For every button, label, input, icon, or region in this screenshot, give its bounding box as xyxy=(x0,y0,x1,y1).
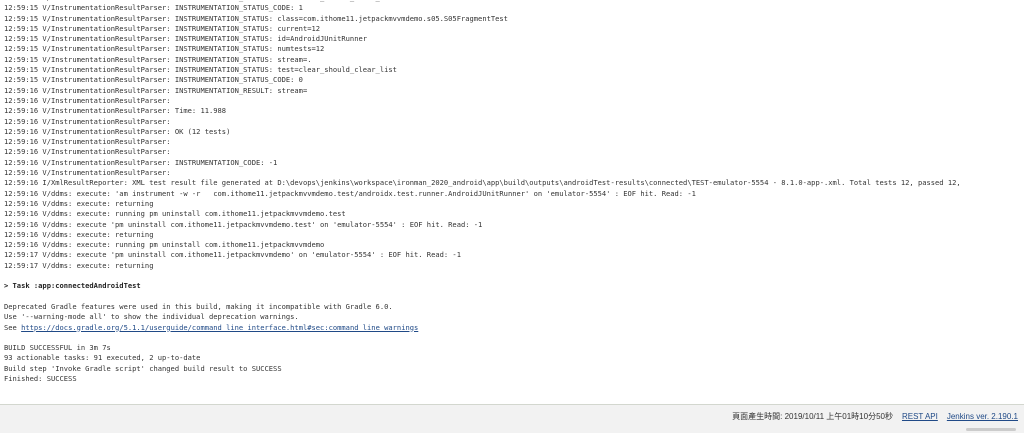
log-line: Build step 'Invoke Gradle script' change… xyxy=(4,363,282,373)
see-docs-line: See https://docs.gradle.org/5.1.1/usergu… xyxy=(4,323,1024,333)
log-line: 12:59:15 V/InstrumentationResultParser: … xyxy=(4,13,508,23)
log-line: 12:59:16 V/InstrumentationResultParser: … xyxy=(4,126,231,136)
deprecation-line: Deprecated Gradle features were used in … xyxy=(4,301,393,311)
log-line: 12:59:15 V/InstrumentationResultParser: … xyxy=(4,75,303,85)
log-line: BUILD SUCCESSFUL in 3m 7s xyxy=(4,343,111,353)
log-lines-bottom: BUILD SUCCESSFUL in 3m 7s 93 actionable t… xyxy=(4,343,1024,384)
log-line: 12:59:15 V/InstrumentationResultParser: … xyxy=(4,44,325,54)
page-footer: 頁面產生時間: 2019/10/11 上午01時10分50秒 REST API … xyxy=(0,404,1024,433)
log-line: 12:59:16 V/InstrumentationResultParser: xyxy=(4,147,171,157)
log-line: 12:59:16 V/ddms: execute: 'am instrument… xyxy=(4,188,696,198)
log-line: 12:59:16 V/ddms: execute 'pm uninstall c… xyxy=(4,219,483,229)
horizontal-scrollbar[interactable] xyxy=(966,428,1016,431)
console-output: 12:59:15 V/InstrumentationResultParser: … xyxy=(0,0,1024,384)
log-line: 12:59:15 V/InstrumentationResultParser: … xyxy=(4,23,321,33)
log-line: 12:59:15 V/InstrumentationResultParser: … xyxy=(4,65,397,75)
log-line: 12:59:15 V/InstrumentationResultParser: … xyxy=(4,34,368,44)
page-generated-time: 頁面產生時間: 2019/10/11 上午01時10分50秒 xyxy=(732,412,893,421)
log-line: 12:59:16 V/InstrumentationResultParser: xyxy=(4,95,171,105)
log-line: 12:59:15 V/InstrumentationResultParser: … xyxy=(4,54,312,64)
gradle-docs-link[interactable]: https://docs.gradle.org/5.1.1/userguide/… xyxy=(21,323,418,332)
log-line: 12:59:17 V/ddms: execute 'pm uninstall c… xyxy=(4,250,461,260)
log-line: 12:59:15 V/InstrumentationResultParser: … xyxy=(4,3,303,13)
log-line: Finished: SUCCESS xyxy=(4,373,77,383)
log-line: 12:59:16 V/ddms: execute: running pm uni… xyxy=(4,240,325,250)
log-line: 12:59:17 V/ddms: execute: returning xyxy=(4,260,154,270)
log-line: 12:59:16 V/InstrumentationResultParser: xyxy=(4,168,171,178)
log-line: 12:59:16 V/InstrumentationResultParser: … xyxy=(4,85,308,95)
log-line: 12:59:16 V/InstrumentationResultParser: xyxy=(4,137,171,147)
see-prefix: See xyxy=(4,322,22,332)
jenkins-version-link[interactable]: Jenkins ver. 2.190.1 xyxy=(947,412,1018,421)
log-line: 12:59:16 V/ddms: execute: returning xyxy=(4,229,154,239)
deprecation-hint-line: Use '--warning-mode all' to show the ind… xyxy=(4,312,299,322)
log-line: 12:59:16 V/InstrumentationResultParser: … xyxy=(4,106,227,116)
rest-api-link[interactable]: REST API xyxy=(902,412,938,421)
log-line: 12:59:16 V/InstrumentationResultParser: … xyxy=(4,157,278,167)
log-line: 12:59:16 V/ddms: execute: running pm uni… xyxy=(4,209,346,219)
log-lines-top: 12:59:15 V/InstrumentationResultParser: … xyxy=(4,0,1024,271)
log-line: 12:59:16 I/XmlResultReporter: XML test r… xyxy=(4,178,961,188)
task-line: > Task :app:connectedAndroidTest xyxy=(4,281,141,291)
log-line: 12:59:16 V/InstrumentationResultParser: xyxy=(4,116,171,126)
log-line: 12:59:16 V/ddms: execute: returning xyxy=(4,198,154,208)
log-line: 93 actionable tasks: 91 executed, 2 up-t… xyxy=(4,353,201,363)
